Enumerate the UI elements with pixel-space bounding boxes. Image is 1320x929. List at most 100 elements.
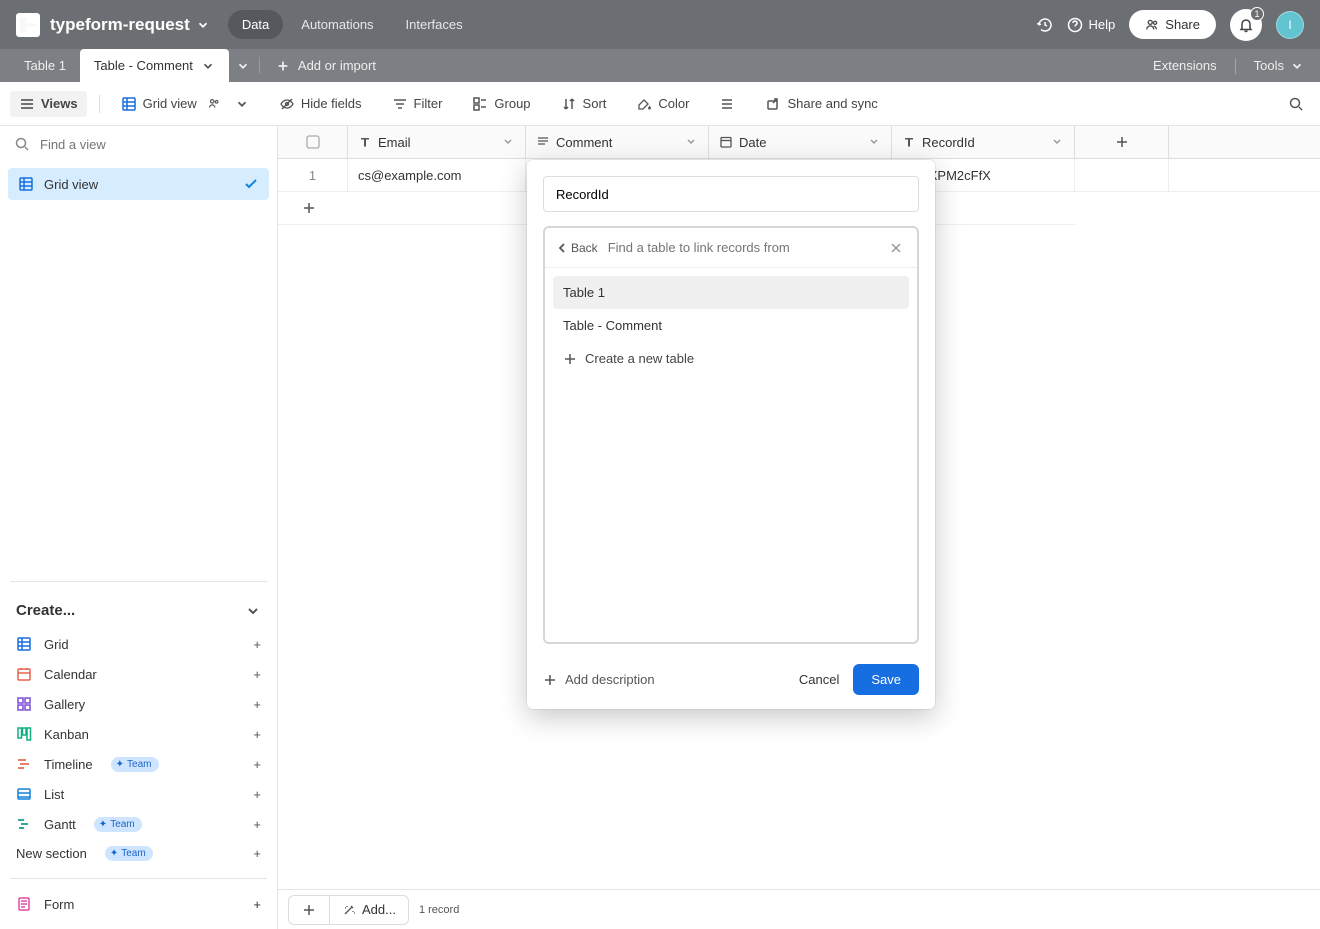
kanban-icon <box>16 726 32 742</box>
checkbox-icon <box>306 135 320 149</box>
grid-icon <box>18 176 34 192</box>
help-label: Help <box>1089 17 1116 32</box>
add-import-label: Add or import <box>298 58 376 73</box>
sort-button[interactable]: Sort <box>552 91 616 117</box>
extensions-button[interactable]: Extensions <box>1143 58 1227 73</box>
cancel-button[interactable]: Cancel <box>785 664 853 695</box>
share-sync-button[interactable]: Share and sync <box>756 91 886 117</box>
add-or-import-button[interactable]: Add or import <box>262 49 390 82</box>
add-description-button[interactable]: Add description <box>543 672 655 687</box>
long-text-icon <box>536 135 550 149</box>
save-button[interactable]: Save <box>853 664 919 695</box>
close-button[interactable] <box>885 237 907 259</box>
chevron-down-icon[interactable] <box>196 18 210 32</box>
row-number: 1 <box>278 159 348 191</box>
tools-button[interactable]: Tools <box>1244 58 1314 73</box>
row-height-button[interactable] <box>710 91 744 117</box>
create-kanban[interactable]: Kanban + <box>10 719 267 749</box>
group-button[interactable]: Group <box>463 91 539 117</box>
create-section-toggle[interactable]: Create... <box>10 602 267 629</box>
nav-data[interactable]: Data <box>228 10 283 39</box>
history-icon[interactable] <box>1037 17 1053 33</box>
sidebar-view-grid[interactable]: Grid view <box>8 168 269 200</box>
chevron-down-icon[interactable] <box>684 135 698 149</box>
plus-icon <box>563 352 577 366</box>
tab-table1[interactable]: Table 1 <box>10 49 80 82</box>
timeline-icon <box>16 756 32 772</box>
create-new-table-option[interactable]: Create a new table <box>553 342 909 375</box>
find-view-input[interactable] <box>40 137 263 152</box>
back-button[interactable]: Back <box>555 241 598 255</box>
nav-interfaces[interactable]: Interfaces <box>392 10 477 39</box>
people-icon <box>1145 18 1159 32</box>
group-icon <box>472 96 488 112</box>
create-list[interactable]: List + <box>10 779 267 809</box>
filter-button[interactable]: Filter <box>383 91 452 117</box>
views-toggle[interactable]: Views <box>10 91 87 117</box>
color-button[interactable]: Color <box>627 91 698 117</box>
chevron-down-icon[interactable] <box>1050 135 1064 149</box>
chevron-down-icon <box>235 97 249 111</box>
chevron-down-icon[interactable] <box>501 135 515 149</box>
tabs-dropdown[interactable] <box>229 49 257 82</box>
base-name[interactable]: typeform-request <box>50 15 190 35</box>
column-header-recordid[interactable]: RecordId <box>892 126 1075 158</box>
select-all-checkbox[interactable] <box>278 126 348 158</box>
nav-automations[interactable]: Automations <box>287 10 387 39</box>
create-timeline[interactable]: Timeline ✦ Team + <box>10 749 267 779</box>
people-icon <box>207 97 221 111</box>
help-button[interactable]: Help <box>1067 17 1116 33</box>
team-badge: ✦ Team <box>111 757 159 772</box>
sort-label: Sort <box>583 96 607 111</box>
search-button[interactable] <box>1282 90 1310 118</box>
cell-email[interactable]: cs@example.com <box>348 159 526 191</box>
create-form[interactable]: Form + <box>10 889 267 919</box>
add-column-button[interactable] <box>1075 126 1169 158</box>
list-icon <box>16 786 32 802</box>
column-header-email[interactable]: Email <box>348 126 526 158</box>
wand-icon <box>342 903 356 917</box>
chevron-down-icon <box>245 603 261 619</box>
plus-icon: + <box>253 897 261 912</box>
create-gallery[interactable]: Gallery + <box>10 689 267 719</box>
hide-fields-label: Hide fields <box>301 96 362 111</box>
close-icon <box>889 241 903 255</box>
field-name-input[interactable] <box>543 176 919 212</box>
tab-table-comment[interactable]: Table - Comment <box>80 49 229 82</box>
search-icon <box>14 136 30 152</box>
column-header-date[interactable]: Date <box>709 126 892 158</box>
sort-icon <box>561 96 577 112</box>
check-icon <box>243 176 259 192</box>
chevron-down-icon <box>1290 59 1304 73</box>
link-option-table1[interactable]: Table 1 <box>553 276 909 309</box>
form-icon <box>16 896 32 912</box>
create-calendar[interactable]: Calendar + <box>10 659 267 689</box>
add-record-button[interactable] <box>288 895 330 925</box>
plus-icon: + <box>253 846 261 861</box>
add-menu-button[interactable]: Add... <box>330 895 409 925</box>
column-header-comment[interactable]: Comment <box>526 126 709 158</box>
current-view[interactable]: Grid view <box>112 91 258 117</box>
chevron-down-icon[interactable] <box>867 135 881 149</box>
create-new-section[interactable]: New section ✦ Team + <box>10 839 267 868</box>
plus-icon: + <box>253 637 261 652</box>
link-table-search[interactable] <box>608 240 885 255</box>
tab-label: Table - Comment <box>94 58 193 73</box>
row-height-icon <box>719 96 735 112</box>
create-gantt[interactable]: Gantt ✦ Team + <box>10 809 267 839</box>
link-option-table-comment[interactable]: Table - Comment <box>553 309 909 342</box>
grid-icon <box>121 96 137 112</box>
hide-fields-button[interactable]: Hide fields <box>270 91 371 117</box>
app-logo[interactable] <box>16 13 40 37</box>
notifications-button[interactable]: 1 <box>1230 9 1262 41</box>
paint-icon <box>636 96 652 112</box>
create-grid[interactable]: Grid + <box>10 629 267 659</box>
share-button[interactable]: Share <box>1129 10 1216 39</box>
chevron-down-icon <box>236 59 250 73</box>
field-config-popup: Back Table 1 Table - Comment Create a ne… <box>527 160 935 709</box>
avatar[interactable]: I <box>1276 11 1304 39</box>
calendar-icon <box>719 135 733 149</box>
plus-icon <box>1115 135 1129 149</box>
search-icon <box>1288 96 1304 112</box>
plus-icon: + <box>253 787 261 802</box>
